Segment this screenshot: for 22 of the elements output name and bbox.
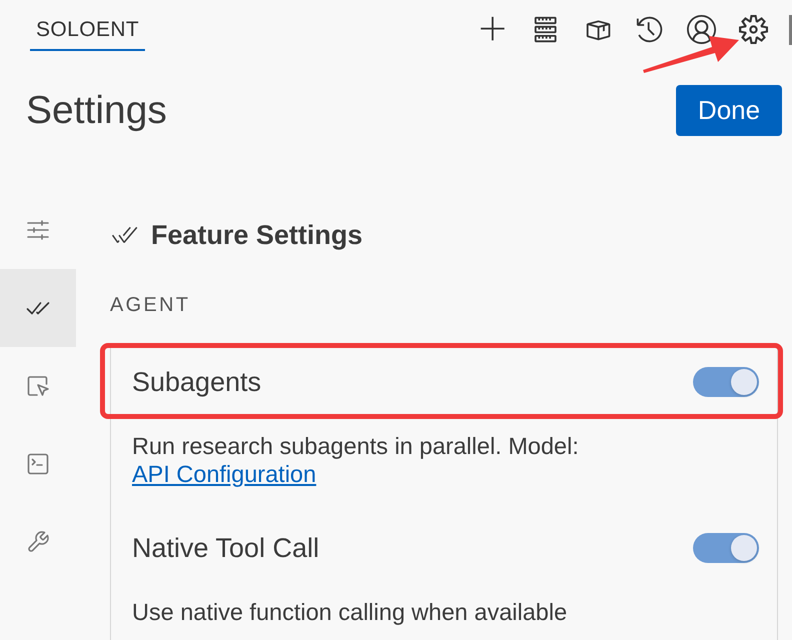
plus-icon	[478, 14, 508, 44]
settings-icon	[738, 14, 768, 44]
account-icon	[686, 14, 716, 44]
group-label: AGENT	[110, 293, 192, 317]
setting-label: Native Tool Call	[132, 532, 320, 564]
page-title: Settings	[26, 88, 167, 134]
tab[interactable]: SOLOENT	[30, 0, 146, 51]
section-heading: Feature Settings	[151, 220, 363, 250]
done-button[interactable]: Done	[676, 85, 782, 136]
toggle-switch[interactable]	[693, 367, 759, 397]
setting-description: Use native function calling when available	[132, 599, 568, 625]
terminal-icon	[26, 452, 50, 476]
setting-label: Subagents	[132, 366, 262, 398]
toggle-switch[interactable]	[693, 533, 759, 563]
settings-button[interactable]	[736, 12, 770, 46]
api-configuration-link[interactable]: API Configuration	[132, 460, 316, 488]
cursor-box-icon	[26, 374, 50, 398]
wrench-icon	[26, 530, 50, 554]
setting-description: Run research subagents in parallel. Model:	[132, 433, 579, 459]
account-button[interactable]	[684, 12, 718, 46]
history-icon	[634, 14, 664, 44]
sliders-icon	[26, 218, 50, 242]
